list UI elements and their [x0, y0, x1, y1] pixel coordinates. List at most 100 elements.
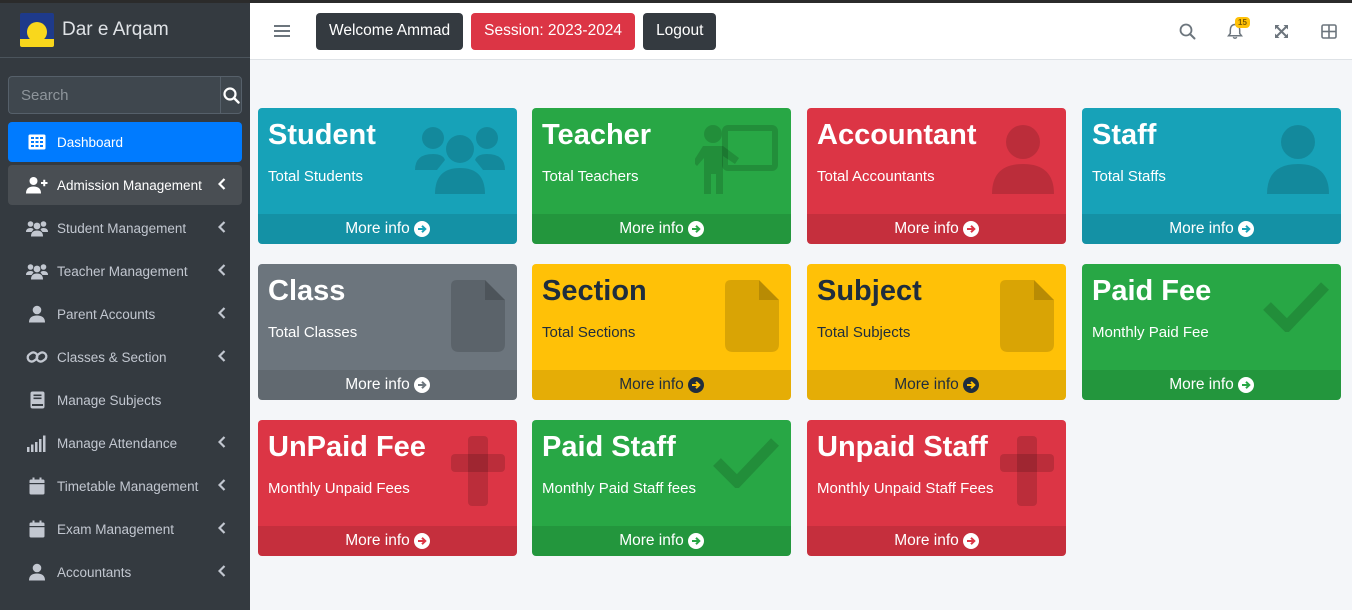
sidebar-item-label: Parent Accounts [57, 306, 156, 322]
info-box-body: Section Total Sections [532, 264, 791, 370]
sidebar-item-teacher-management[interactable]: Teacher Management [8, 251, 242, 291]
more-info-label: More info [345, 220, 410, 237]
notification-badge: 15 [1235, 17, 1250, 28]
search-icon [222, 86, 240, 104]
calendar-icon [26, 519, 48, 539]
file-icon [451, 280, 505, 357]
arrow-circle-right-icon [1237, 221, 1254, 237]
users-icon [415, 124, 505, 201]
chevron-left-icon [217, 565, 226, 580]
sidebar: Dar e Arqam Dashboard Admission Managemen… [0, 3, 250, 610]
more-info-link[interactable]: More info [258, 526, 517, 556]
arrow-circle-right-icon [687, 533, 704, 549]
check-icon [1263, 280, 1329, 337]
sidebar-item-student-management[interactable]: Student Management [8, 208, 242, 248]
more-info-link[interactable]: More info [532, 214, 791, 244]
expand-arrows-icon [1275, 25, 1288, 38]
user-icon [992, 124, 1054, 201]
more-info-link[interactable]: More info [807, 214, 1066, 244]
info-box-student: Student Total Students More info [258, 108, 517, 244]
sidebar-item-label: Timetable Management [57, 478, 199, 494]
sidebar-item-admission-management[interactable]: Admission Management [8, 165, 242, 205]
sidebar-item-label: Manage Attendance [57, 435, 178, 451]
arrow-circle-right-icon [962, 533, 979, 549]
welcome-button[interactable]: Welcome Ammad [316, 12, 464, 50]
chevron-left-icon [217, 479, 226, 494]
more-info-link[interactable]: More info [807, 526, 1066, 556]
info-box-body: UnPaid Fee Monthly Unpaid Fees [258, 420, 517, 526]
chevron-left-icon [217, 350, 226, 365]
sidebar-item-label: Admission Management [57, 177, 202, 193]
more-info-label: More info [894, 532, 959, 549]
info-box-paid-staff: Paid Staff Monthly Paid Staff fees More in… [532, 420, 791, 556]
sidebar-item-accountants[interactable]: Accountants [8, 552, 242, 592]
info-box-body: Teacher Total Teachers [532, 108, 791, 214]
cross-icon [451, 436, 505, 511]
sidebar-item-label: Teacher Management [57, 263, 188, 279]
more-info-label: More info [619, 376, 684, 393]
top-navbar: Welcome Ammad Session: 2023-2024 Logout … [250, 3, 1352, 60]
sidebar-item-exam-management[interactable]: Exam Management [8, 509, 242, 549]
brand-link[interactable]: Dar e Arqam [0, 3, 250, 58]
sidebar-item-label: Classes & Section [57, 349, 167, 365]
info-box-class: Class Total Classes More info [258, 264, 517, 400]
arrow-circle-right-icon [962, 377, 979, 393]
info-box-body: Accountant Total Accountants [807, 108, 1066, 214]
navbar-search-button[interactable] [1164, 3, 1211, 60]
info-box-unpaid-fee: UnPaid Fee Monthly Unpaid Fees More info [258, 420, 517, 556]
sidebar-item-manage-subjects[interactable]: Manage Subjects [8, 380, 242, 420]
sidebar-item-classes-section[interactable]: Classes & Section [8, 337, 242, 377]
file-icon [1000, 280, 1054, 357]
more-info-link[interactable]: More info [258, 214, 517, 244]
info-box-accountant: Accountant Total Accountants More info [807, 108, 1066, 244]
search-button[interactable] [220, 76, 242, 114]
logout-button[interactable]: Logout [643, 12, 717, 50]
link-icon [26, 347, 48, 367]
info-box-staff: Staff Total Staffs More info [1082, 108, 1341, 244]
signal-bars-icon [26, 433, 48, 453]
more-info-link[interactable]: More info [1082, 214, 1341, 244]
file-icon [725, 280, 779, 357]
sidebar-item-label: Manage Subjects [57, 392, 162, 408]
sidebar-item-label: Dashboard [57, 134, 124, 150]
session-button[interactable]: Session: 2023-2024 [471, 12, 636, 50]
chevron-left-icon [217, 522, 226, 537]
search-input[interactable] [8, 76, 220, 114]
sidebar-search [8, 76, 242, 114]
notifications-button[interactable]: 15 [1211, 3, 1258, 60]
more-info-link[interactable]: More info [532, 526, 791, 556]
calendar-icon [26, 476, 48, 496]
arrow-circle-right-icon [1237, 377, 1254, 393]
menu-toggle-icon[interactable] [274, 22, 290, 40]
more-info-link[interactable]: More info [807, 370, 1066, 400]
control-sidebar-button[interactable] [1305, 3, 1352, 60]
arrow-circle-right-icon [413, 377, 430, 393]
more-info-label: More info [1169, 220, 1234, 237]
info-box-unpaid-staff: Unpaid Staff Monthly Unpaid Staff Fees Mor… [807, 420, 1066, 556]
info-box-body: Student Total Students [258, 108, 517, 214]
arrow-circle-right-icon [413, 221, 430, 237]
info-box-paid-fee: Paid Fee Monthly Paid Fee More info [1082, 264, 1341, 400]
sidebar-item-manage-attendance[interactable]: Manage Attendance [8, 423, 242, 463]
info-box-section: Section Total Sections More info [532, 264, 791, 400]
more-info-link[interactable]: More info [258, 370, 517, 400]
chevron-left-icon [217, 307, 226, 322]
th-large-icon [1320, 24, 1337, 39]
cross-icon [1000, 436, 1054, 511]
more-info-label: More info [619, 220, 684, 237]
more-info-link[interactable]: More info [1082, 370, 1341, 400]
more-info-link[interactable]: More info [532, 370, 791, 400]
sidebar-item-dashboard[interactable]: Dashboard [8, 122, 242, 162]
sidebar-item-parent-accounts[interactable]: Parent Accounts [8, 294, 242, 334]
sidebar-item-label: Accountants [57, 564, 132, 580]
more-info-label: More info [345, 532, 410, 549]
arrow-circle-right-icon [687, 221, 704, 237]
user-icon [1267, 124, 1329, 201]
users-icon [26, 261, 48, 281]
sidebar-item-label: Exam Management [57, 521, 175, 537]
fullscreen-button[interactable] [1258, 3, 1305, 60]
info-box-body: Paid Staff Monthly Paid Staff fees [532, 420, 791, 526]
search-icon [1179, 23, 1196, 40]
sidebar-item-timetable-management[interactable]: Timetable Management [8, 466, 242, 506]
more-info-label: More info [894, 220, 959, 237]
